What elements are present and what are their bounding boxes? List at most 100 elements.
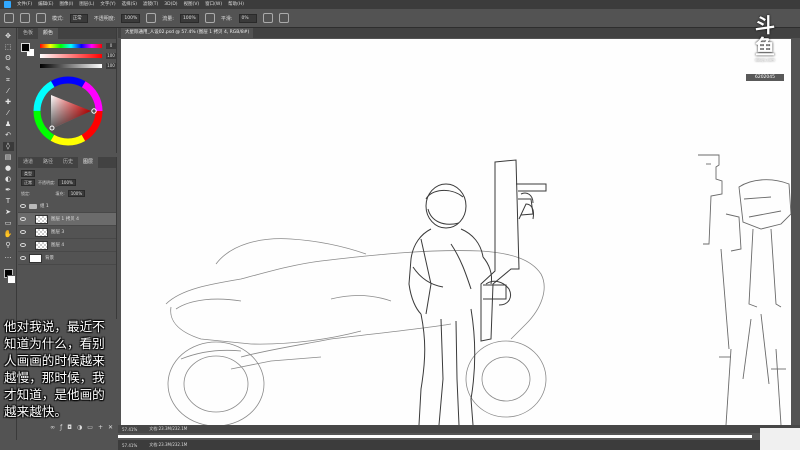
new-layer-icon[interactable]: + — [98, 424, 103, 431]
shape-icon[interactable]: ▭ — [3, 219, 14, 228]
layer-thumbnail — [35, 240, 48, 250]
blur-icon[interactable]: ● — [3, 164, 14, 173]
photoshop-logo-icon[interactable] — [4, 1, 11, 8]
menu-image[interactable]: 图像(I) — [59, 0, 73, 9]
layer-opacity-field[interactable]: 100% — [58, 179, 76, 186]
mask-icon[interactable]: ◘ — [67, 424, 72, 431]
menu-layer[interactable]: 图层(L) — [79, 0, 94, 9]
scrollbar-thumb[interactable] — [118, 435, 752, 438]
menu-help[interactable]: 帮助(H) — [228, 0, 244, 9]
history-brush-icon[interactable]: ↶ — [3, 131, 14, 140]
tool-preset-icon[interactable] — [4, 13, 14, 23]
smoothing-options-icon[interactable] — [262, 13, 273, 23]
pressure-size-icon[interactable] — [278, 13, 289, 23]
layer-row[interactable]: 图层 4 — [18, 239, 116, 252]
lasso-icon[interactable]: ʘ — [3, 54, 14, 63]
doc-size-readout[interactable]: 文档:23.3M/232.1M — [149, 426, 187, 432]
link-icon[interactable]: ∞ — [50, 424, 55, 431]
doc-size-readout-secondary[interactable]: 文档:23.3M/232.1M — [149, 442, 187, 448]
zoom-readout-secondary[interactable]: 57.41% — [122, 443, 137, 448]
color-wheel[interactable] — [18, 69, 117, 153]
hand-icon[interactable]: ✋ — [3, 230, 14, 239]
layer-row-background[interactable]: 背景 — [18, 252, 116, 265]
visibility-eye-icon[interactable] — [20, 230, 26, 234]
trash-icon[interactable]: ✕ — [108, 424, 113, 431]
visibility-eye-icon[interactable] — [20, 243, 26, 247]
layer-row[interactable]: 图层 3 — [18, 226, 116, 239]
path-select-icon[interactable]: ➤ — [3, 208, 14, 217]
tab-paths[interactable]: 路径 — [38, 157, 58, 168]
menu-window[interactable]: 窗口(W) — [205, 0, 222, 9]
flow-field[interactable]: 100% — [179, 13, 199, 23]
brush-settings-icon[interactable] — [36, 13, 46, 23]
zoom-icon[interactable]: ⚲ — [3, 241, 14, 250]
brightness-slider[interactable] — [40, 64, 102, 68]
quick-select-icon[interactable]: ✎ — [3, 65, 14, 74]
overlay-corner — [760, 428, 800, 450]
layers-panel-tabs: 通道 路径 历史 图层 — [18, 157, 116, 168]
hue-slider[interactable] — [40, 44, 102, 48]
menu-view[interactable]: 视图(V) — [184, 0, 200, 9]
move-icon[interactable]: ✥ — [3, 32, 14, 41]
canvas[interactable] — [121, 39, 791, 425]
zoom-readout[interactable]: 57.41% — [122, 427, 137, 432]
adjustment-icon[interactable]: ◑ — [77, 424, 82, 431]
visibility-eye-icon[interactable] — [20, 217, 26, 221]
menu-file[interactable]: 文件(F) — [17, 0, 32, 9]
layer-thumbnail — [35, 227, 48, 237]
fx-icon[interactable]: ƒ — [60, 424, 62, 431]
layer-filter-select[interactable]: 类型 — [21, 170, 35, 177]
mode-select[interactable]: 正常 — [69, 13, 88, 23]
right-panel-strip — [791, 39, 800, 431]
eraser-icon[interactable]: ◊ — [2, 142, 14, 151]
smoothing-field[interactable]: 0% — [238, 13, 257, 23]
stamp-icon[interactable]: ♟ — [3, 120, 14, 129]
menu-select[interactable]: 选择(S) — [122, 0, 137, 9]
horizontal-scrollbar[interactable] — [118, 433, 800, 440]
marquee-icon[interactable]: ⬚ — [3, 43, 14, 52]
pen-icon[interactable]: ✒ — [3, 186, 14, 195]
tab-channels[interactable]: 通道 — [18, 157, 38, 168]
fill-field[interactable]: 100% — [67, 190, 86, 197]
visibility-eye-icon[interactable] — [20, 204, 26, 208]
eyedropper-icon[interactable]: ⁄ — [3, 87, 14, 96]
dodge-icon[interactable]: ◐ — [3, 175, 14, 184]
background-color-swatch[interactable] — [6, 275, 16, 284]
more-tools-icon[interactable]: … — [3, 252, 14, 261]
fg-color-chip[interactable] — [21, 43, 30, 52]
tab-history[interactable]: 历史 — [58, 157, 78, 168]
document-tab[interactable]: 大星际通用_人设02.psd @ 57.4% (图层 1 拷贝 4, RGB/8… — [121, 28, 254, 38]
airbrush-icon[interactable] — [204, 13, 215, 23]
visibility-eye-icon[interactable] — [20, 256, 26, 260]
watermark-domain: douyu.com — [755, 58, 775, 62]
color-panel-tabs: 色板 颜色 — [18, 28, 116, 39]
healing-icon[interactable]: ✚ — [3, 98, 14, 107]
pressure-opacity-icon[interactable] — [146, 13, 157, 23]
menu-filter[interactable]: 滤镜(T) — [143, 0, 158, 9]
menu-type[interactable]: 文字(Y) — [100, 0, 115, 9]
brush-icon[interactable]: ⁄ — [3, 109, 14, 118]
fill-label: 填充: — [55, 190, 65, 196]
saturation-value[interactable]: 100 — [106, 53, 116, 59]
gradient-icon[interactable]: ▤ — [3, 153, 14, 162]
brush-size-icon[interactable] — [20, 13, 30, 23]
flow-label: 流量: — [162, 15, 174, 22]
blend-mode-select[interactable]: 正常 — [21, 179, 35, 186]
saturation-slider[interactable] — [40, 54, 102, 58]
opacity-field[interactable]: 100% — [121, 13, 141, 23]
hue-value[interactable]: 0 — [106, 43, 116, 49]
menu-edit[interactable]: 编辑(E) — [38, 0, 53, 9]
lock-row: 锁定: 填充: 100% — [18, 190, 116, 200]
layer-row-selected[interactable]: 图层 1 拷贝 4 — [18, 213, 116, 226]
color-body: 0 100 100 — [18, 39, 116, 153]
tab-layers[interactable]: 图层 — [78, 157, 99, 168]
menu-3d[interactable]: 3D(D) — [164, 0, 177, 9]
layer-opacity-label: 不透明度: — [38, 179, 56, 185]
tab-color[interactable]: 颜色 — [38, 28, 59, 39]
layer-row-group[interactable]: 组 1 — [18, 200, 116, 213]
layer-options: 类型 正常 不透明度: 100% — [18, 168, 116, 190]
tab-swatches[interactable]: 色板 — [18, 28, 38, 39]
crop-icon[interactable]: ⌗ — [3, 76, 14, 85]
type-icon[interactable]: T — [3, 197, 14, 206]
new-group-icon[interactable]: ▭ — [87, 424, 93, 431]
